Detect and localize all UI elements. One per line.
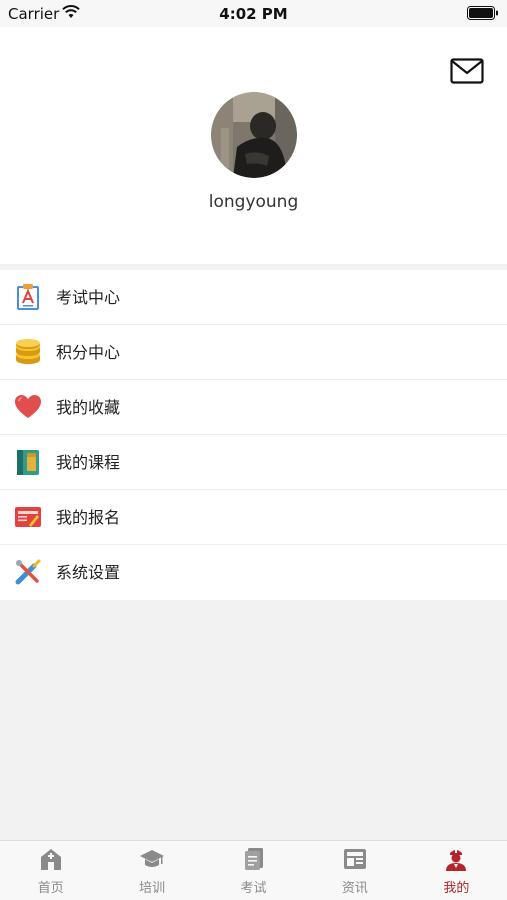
news-icon [343, 849, 366, 869]
tools-icon [15, 559, 41, 585]
tab-training[interactable]: 培训 [101, 841, 202, 900]
notebook-icon [17, 450, 39, 475]
menu-item-label: 我的课程 [56, 453, 121, 472]
envelope-icon[interactable] [450, 58, 484, 84]
tab-label: 培训 [139, 881, 166, 896]
exam-registration-icon [15, 507, 41, 527]
tab-label: 首页 [37, 881, 64, 896]
menu-item-points-center[interactable]: 积分中心 [0, 325, 507, 380]
battery-icon [467, 6, 498, 20]
graduation-cap-icon [140, 850, 165, 867]
menu-item-label: 考试中心 [56, 288, 121, 307]
menu-item-my-registration[interactable]: 我的报名 [0, 490, 507, 545]
status-bar: Carrier 4:02 PM [0, 0, 507, 27]
menu-item-label: 系统设置 [56, 563, 121, 582]
home-icon [40, 849, 61, 870]
menu-item-favorites[interactable]: 我的收藏 [0, 380, 507, 435]
menu-item-label: 我的收藏 [56, 398, 121, 417]
tab-home[interactable]: 首页 [0, 841, 101, 900]
coins-icon [16, 339, 40, 364]
exam-clipboard-icon [17, 284, 39, 310]
tab-label: 我的 [443, 881, 470, 896]
tab-label: 资讯 [341, 881, 368, 896]
tab-mine[interactable]: 我的 [406, 841, 507, 900]
username: longyoung [208, 192, 299, 212]
menu-list: 考试中心 积分中心 我的收藏 我的课程 我的报名 系统设置 [0, 270, 507, 600]
clock: 4:02 PM [219, 5, 288, 23]
menu-item-exam-center[interactable]: 考试中心 [0, 270, 507, 325]
menu-item-label: 我的报名 [56, 508, 121, 527]
exam-paper-icon [244, 848, 263, 870]
tab-exam[interactable]: 考试 [203, 841, 304, 900]
tab-news[interactable]: 资讯 [304, 841, 405, 900]
menu-item-label: 积分中心 [56, 343, 121, 362]
profile-header: longyoung [0, 27, 507, 264]
avatar[interactable] [211, 92, 297, 178]
tab-bar: 首页 培训 考试 资讯 我的 [0, 840, 507, 900]
tab-label: 考试 [240, 881, 267, 896]
user-icon [446, 850, 467, 871]
heart-icon [15, 395, 41, 418]
menu-item-my-courses[interactable]: 我的课程 [0, 435, 507, 490]
menu-item-settings[interactable]: 系统设置 [0, 545, 507, 600]
